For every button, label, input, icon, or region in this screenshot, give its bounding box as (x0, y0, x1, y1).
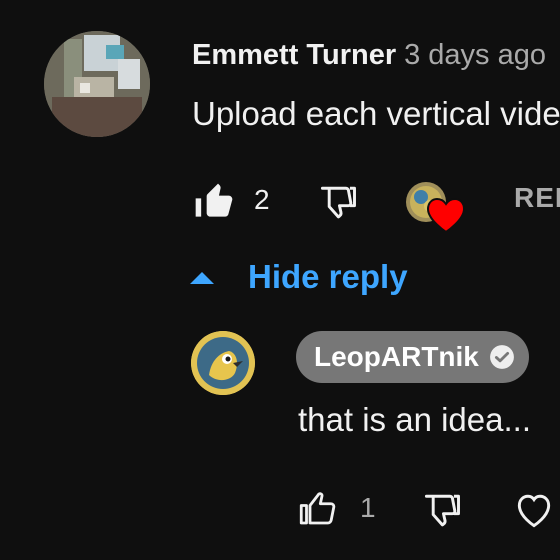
like-count: 2 (254, 184, 270, 215)
reply-dislike-button[interactable] (420, 488, 464, 532)
reply-author-avatar[interactable] (191, 331, 255, 395)
creator-heart-icon (406, 182, 466, 234)
thumbs-up-filled-icon (195, 183, 233, 217)
comment-timestamp[interactable]: 3 days ago (404, 39, 546, 71)
reply-text: that is an idea... (298, 401, 531, 438)
comment-author-name[interactable]: Emmett Turner (192, 39, 396, 71)
chevron-up-icon (190, 272, 214, 284)
thumbs-up-outline-icon (299, 492, 336, 525)
heart-outline-icon (517, 494, 551, 528)
reply-action-row: 1 (0, 484, 560, 534)
creator-heart-badge (404, 180, 468, 236)
reply-like-count: 1 (360, 492, 376, 523)
comment-header: Emmett Turner 3 days ago (192, 36, 546, 74)
hide-replies-label: Hide reply (248, 258, 408, 295)
reply-avatar-image (191, 331, 255, 395)
commenter-avatar[interactable] (44, 31, 150, 137)
comment-action-row: 2 (0, 176, 560, 226)
reply-like-button[interactable] (296, 488, 338, 530)
reply-button[interactable]: REPLY (514, 182, 560, 214)
like-button[interactable] (192, 180, 236, 224)
dislike-button[interactable] (316, 180, 360, 224)
verified-check-icon (489, 345, 514, 369)
thumbs-down-outline-icon (320, 186, 356, 219)
hide-replies-toggle[interactable]: Hide reply (188, 252, 408, 302)
comment-thread: Emmett Turner 3 days ago Upload each vert… (0, 0, 560, 560)
reply-heart-button[interactable] (512, 488, 556, 532)
reply-author-name: LeopARTnik (314, 341, 479, 372)
thumbs-down-outline-icon (424, 494, 460, 527)
reply-author-badge[interactable]: LeopARTnik (296, 331, 529, 383)
comment-text: Upload each vertical video (192, 95, 560, 132)
commenter-avatar-image (44, 31, 150, 137)
